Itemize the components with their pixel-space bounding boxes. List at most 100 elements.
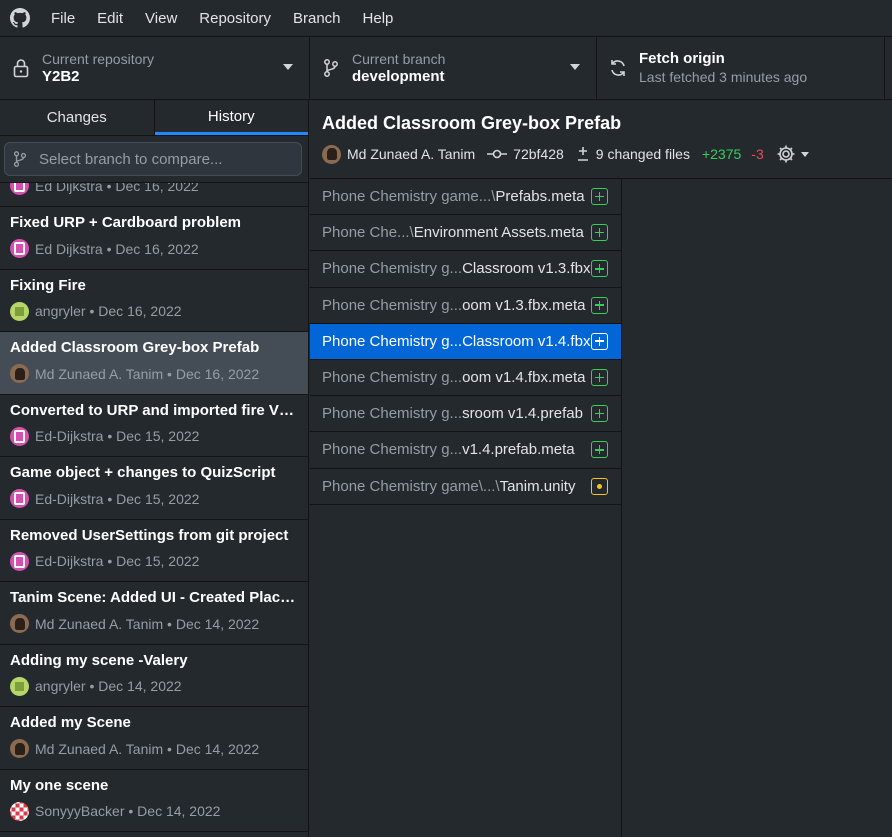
repo-caret-down-icon bbox=[283, 64, 293, 70]
menu-edit[interactable]: Edit bbox=[86, 0, 134, 36]
commit-title: Fixed URP + Cardboard problem bbox=[10, 214, 242, 231]
file-added-icon bbox=[591, 332, 608, 350]
changed-file-item[interactable]: Phone Chemistry g... oom v1.3.fbx.meta bbox=[310, 288, 621, 324]
meta-separator: • bbox=[124, 803, 138, 819]
avatar bbox=[10, 301, 29, 321]
branch-icon bbox=[13, 150, 39, 168]
commit-item[interactable]: Fixed URP + Cardboard problem Ed Dijkstra… bbox=[0, 207, 308, 270]
current-branch-label: Current branch bbox=[352, 51, 446, 67]
commit-author: Md Zunaed A. Tanim bbox=[35, 365, 164, 382]
commit-item[interactable]: Tanim Scene: Added UI - Created Place...… bbox=[0, 582, 308, 645]
current-repository-button[interactable]: Current repository Y2B2 bbox=[0, 37, 310, 99]
avatar bbox=[322, 144, 341, 164]
last-fetched-text: Last fetched 3 minutes ago bbox=[639, 69, 808, 85]
commit-item[interactable]: Fixing Fire angryler • Dec 16, 2022 bbox=[0, 270, 308, 332]
lock-icon bbox=[0, 58, 42, 78]
avatar bbox=[10, 676, 29, 696]
commit-author: Ed-Dijkstra bbox=[35, 490, 104, 507]
file-added-icon bbox=[591, 260, 608, 278]
commit-item[interactable]: Ed Dijkstra • Dec 16, 2022 bbox=[0, 182, 308, 207]
commit-item[interactable]: Game object + changes to QuizScript Ed-Di… bbox=[0, 457, 308, 520]
commit-item[interactable]: Removed UserSettings from git project Ed-… bbox=[0, 520, 308, 582]
file-path: Phone Chemistry g... bbox=[322, 296, 463, 314]
commit-author: SonyyyBacker bbox=[35, 803, 125, 819]
commit-sha[interactable]: 72bf428 bbox=[513, 146, 564, 162]
menu-help[interactable]: Help bbox=[352, 0, 405, 36]
commit-author: Ed Dijkstra bbox=[35, 182, 103, 194]
avatar bbox=[10, 426, 29, 446]
commit-item[interactable]: Added Classroom Grey-box Prefab Md Zunaed… bbox=[0, 332, 308, 395]
meta-separator: • bbox=[102, 182, 116, 194]
file-added-icon bbox=[591, 224, 608, 242]
changed-file-item[interactable]: Phone Che...\ Environment Assets.meta bbox=[310, 215, 621, 252]
commit-date: Dec 14, 2022 bbox=[175, 615, 260, 632]
commit-title: Added my Scene bbox=[10, 714, 131, 731]
file-added-icon bbox=[591, 296, 608, 314]
fetch-origin-button[interactable]: Fetch origin Last fetched 3 minutes ago bbox=[597, 37, 885, 99]
branch-compare-placeholder: Select branch to compare... bbox=[39, 150, 223, 168]
branch-compare-input[interactable]: Select branch to compare... bbox=[4, 142, 302, 176]
menu-branch[interactable]: Branch bbox=[282, 0, 352, 36]
tab-history[interactable]: History bbox=[154, 100, 308, 135]
fetch-origin-label: Fetch origin bbox=[639, 50, 725, 67]
additions-count: +2375 bbox=[701, 146, 742, 162]
commit-date: Dec 14, 2022 bbox=[175, 740, 260, 757]
tab-changes[interactable]: Changes bbox=[0, 100, 155, 135]
commit-item[interactable]: Converted to URP and imported fire VFX Ed… bbox=[0, 395, 308, 457]
commit-date: Dec 15, 2022 bbox=[116, 553, 200, 569]
meta-separator: • bbox=[85, 303, 99, 319]
meta-separator: • bbox=[102, 240, 116, 257]
meta-separator: • bbox=[163, 740, 176, 757]
settings-gear-icon[interactable] bbox=[776, 144, 809, 164]
commit-title: Adding my scene -Valery bbox=[10, 651, 188, 669]
file-name: sroom v1.4.prefab bbox=[462, 405, 583, 423]
commit-item[interactable]: Added my Scene Md Zunaed A. Tanim • Dec 1… bbox=[0, 707, 308, 770]
file-path: Phone Chemistry g... bbox=[322, 260, 463, 278]
commit-date: Dec 15, 2022 bbox=[116, 490, 200, 507]
commit-title: My one scene bbox=[10, 776, 109, 794]
changed-file-item[interactable]: Phone Chemistry g... Classroom v1.3.fbx bbox=[310, 251, 621, 288]
menu-repository[interactable]: Repository bbox=[188, 0, 282, 36]
commit-author: Ed-Dijkstra bbox=[35, 553, 104, 569]
changed-files-list[interactable]: Phone Chemistry game...\ Prefabs.meta Phon… bbox=[310, 179, 622, 837]
commit-author: Md Zunaed A. Tanim bbox=[35, 740, 164, 757]
changed-file-item[interactable]: Phone Chemistry game\...\ Tanim.unity bbox=[310, 469, 621, 505]
file-modified-icon bbox=[591, 477, 608, 495]
github-logo-icon bbox=[0, 0, 40, 36]
meta-separator: • bbox=[103, 490, 117, 507]
current-branch-value: development bbox=[352, 68, 445, 85]
diff-pane bbox=[623, 179, 892, 837]
commit-date: Dec 16, 2022 bbox=[115, 182, 199, 194]
changed-file-item[interactable]: Phone Chemistry g... Classroom v1.4.fbx bbox=[310, 323, 621, 360]
changed-file-item[interactable]: Phone Chemistry g... v1.4.prefab.meta bbox=[310, 432, 621, 469]
file-added-icon bbox=[591, 368, 608, 386]
avatar bbox=[10, 739, 29, 758]
current-repository-label: Current repository bbox=[42, 51, 155, 67]
menu-file[interactable]: File bbox=[40, 0, 86, 36]
current-branch-button[interactable]: Current branch development bbox=[310, 37, 597, 99]
toolbar: Current repository Y2B2 Current branch d… bbox=[0, 36, 892, 100]
commit-item[interactable]: My one scene SonyyyBacker • Dec 14, 2022 bbox=[0, 770, 308, 832]
branch-caret-down-icon bbox=[570, 64, 580, 70]
changed-file-item[interactable]: Phone Chemistry g... sroom v1.4.prefab bbox=[310, 396, 621, 433]
avatar bbox=[10, 551, 29, 571]
commit-list[interactable]: Ed Dijkstra • Dec 16, 2022 Fixed URP + C… bbox=[0, 182, 308, 837]
diff-icon bbox=[576, 146, 590, 162]
commit-author: Ed-Dijkstra bbox=[35, 428, 104, 444]
meta-separator: • bbox=[163, 365, 176, 382]
commit-detail-header: Added Classroom Grey-box Prefab Md Zunae… bbox=[310, 100, 892, 179]
commit-title: Fixing Fire bbox=[10, 276, 86, 294]
avatar bbox=[10, 801, 29, 821]
settings-caret-down-icon bbox=[800, 151, 809, 157]
meta-separator: • bbox=[163, 615, 176, 632]
commit-item[interactable]: Adding my scene -Valery angryler • Dec 14… bbox=[0, 645, 308, 707]
file-name: oom v1.4.fbx.meta bbox=[462, 369, 586, 387]
changed-file-item[interactable]: Phone Chemistry game...\ Prefabs.meta bbox=[310, 179, 621, 216]
file-path: Phone Chemistry game...\ bbox=[322, 188, 496, 206]
changed-file-item[interactable]: Phone Chemistry g... oom v1.4.fbx.meta bbox=[310, 360, 621, 397]
commit-title: Removed UserSettings from git project bbox=[10, 526, 289, 544]
file-name: Tanim.unity bbox=[499, 477, 576, 495]
menu-view[interactable]: View bbox=[134, 0, 188, 36]
commit-author: Md Zunaed A. Tanim bbox=[347, 146, 476, 162]
file-path: Phone Chemistry game\...\ bbox=[322, 477, 500, 495]
